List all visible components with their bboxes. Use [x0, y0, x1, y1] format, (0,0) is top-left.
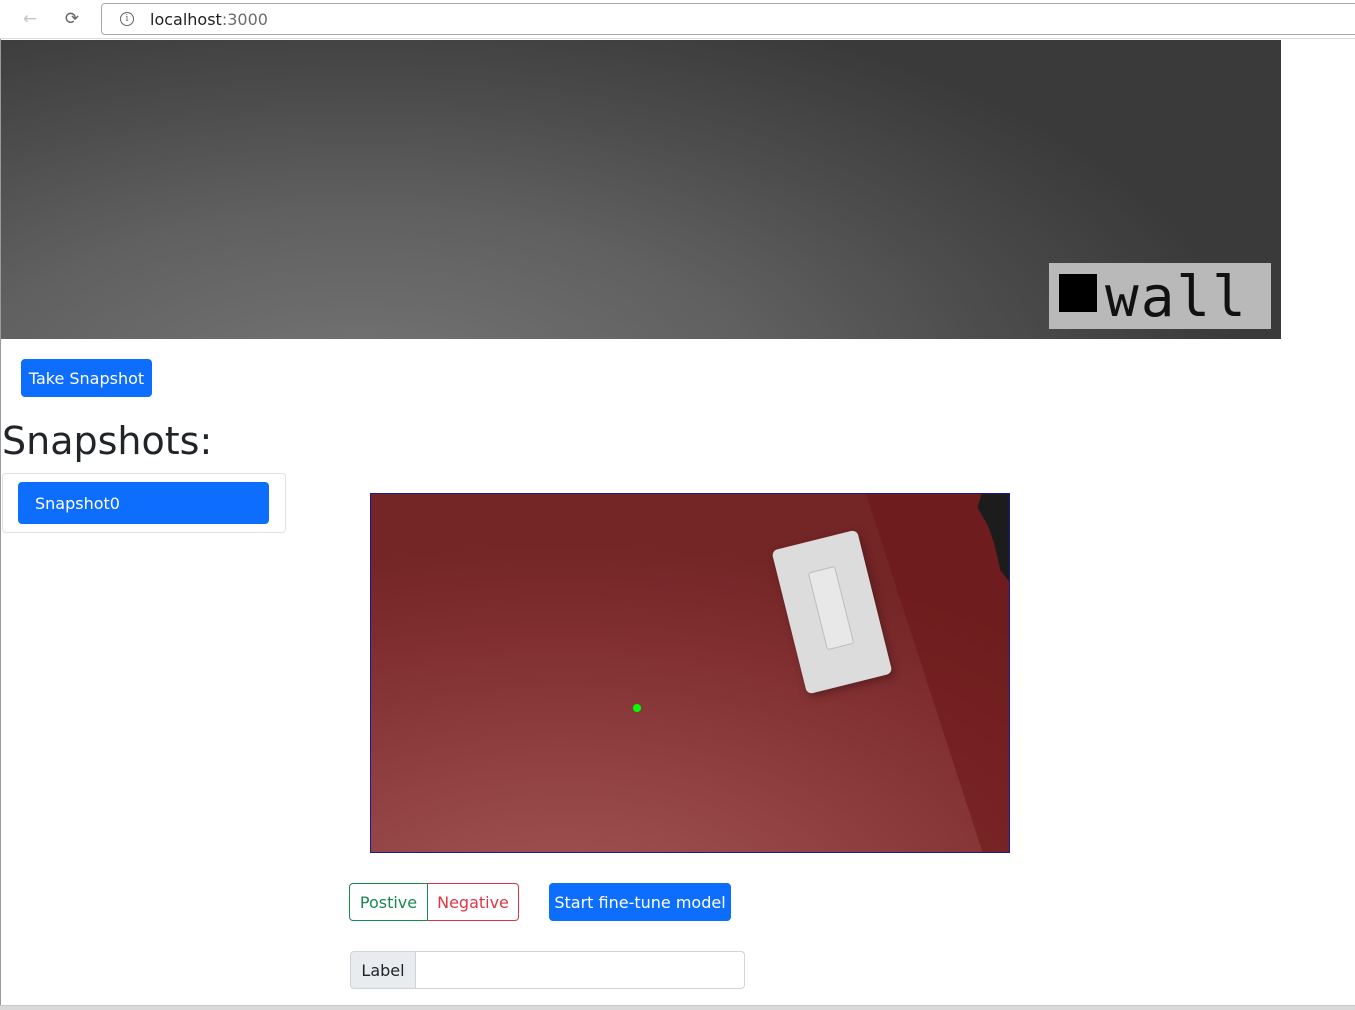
detection-color-swatch: [1059, 274, 1097, 312]
take-snapshot-button[interactable]: Take Snapshot: [21, 359, 152, 397]
detection-label-text: wall: [1105, 265, 1248, 330]
snapshots-heading: Snapshots:: [2, 419, 213, 463]
light-switch-plate: [771, 529, 893, 695]
reload-icon[interactable]: ⟳: [60, 8, 84, 30]
selected-point-marker: [633, 704, 641, 712]
snapshot-item-0[interactable]: Snapshot0: [18, 482, 269, 524]
negative-button[interactable]: Negative: [428, 883, 519, 921]
start-finetune-button[interactable]: Start fine-tune model: [549, 883, 731, 921]
positive-button[interactable]: Postive: [349, 883, 428, 921]
snapshot-image[interactable]: [370, 493, 1010, 853]
label-toggle-group: Postive Negative: [349, 883, 519, 921]
label-input-group: Label: [350, 951, 745, 989]
camera-feed: wall: [1, 40, 1281, 339]
browser-toolbar: ← ⟳ i localhost:3000: [0, 0, 1355, 39]
label-input[interactable]: [416, 951, 745, 989]
snapshot-list: Snapshot0: [2, 473, 286, 533]
address-bar[interactable]: i localhost:3000: [101, 3, 1355, 35]
light-switch-rocker: [807, 565, 855, 651]
back-arrow-icon[interactable]: ←: [18, 8, 42, 30]
info-icon[interactable]: i: [120, 12, 134, 26]
url-port: :3000: [221, 9, 268, 29]
url-host: localhost: [150, 9, 222, 29]
label-prefix: Label: [350, 951, 416, 989]
horizontal-scrollbar[interactable]: [0, 1005, 1355, 1010]
detection-label: wall: [1049, 263, 1271, 329]
